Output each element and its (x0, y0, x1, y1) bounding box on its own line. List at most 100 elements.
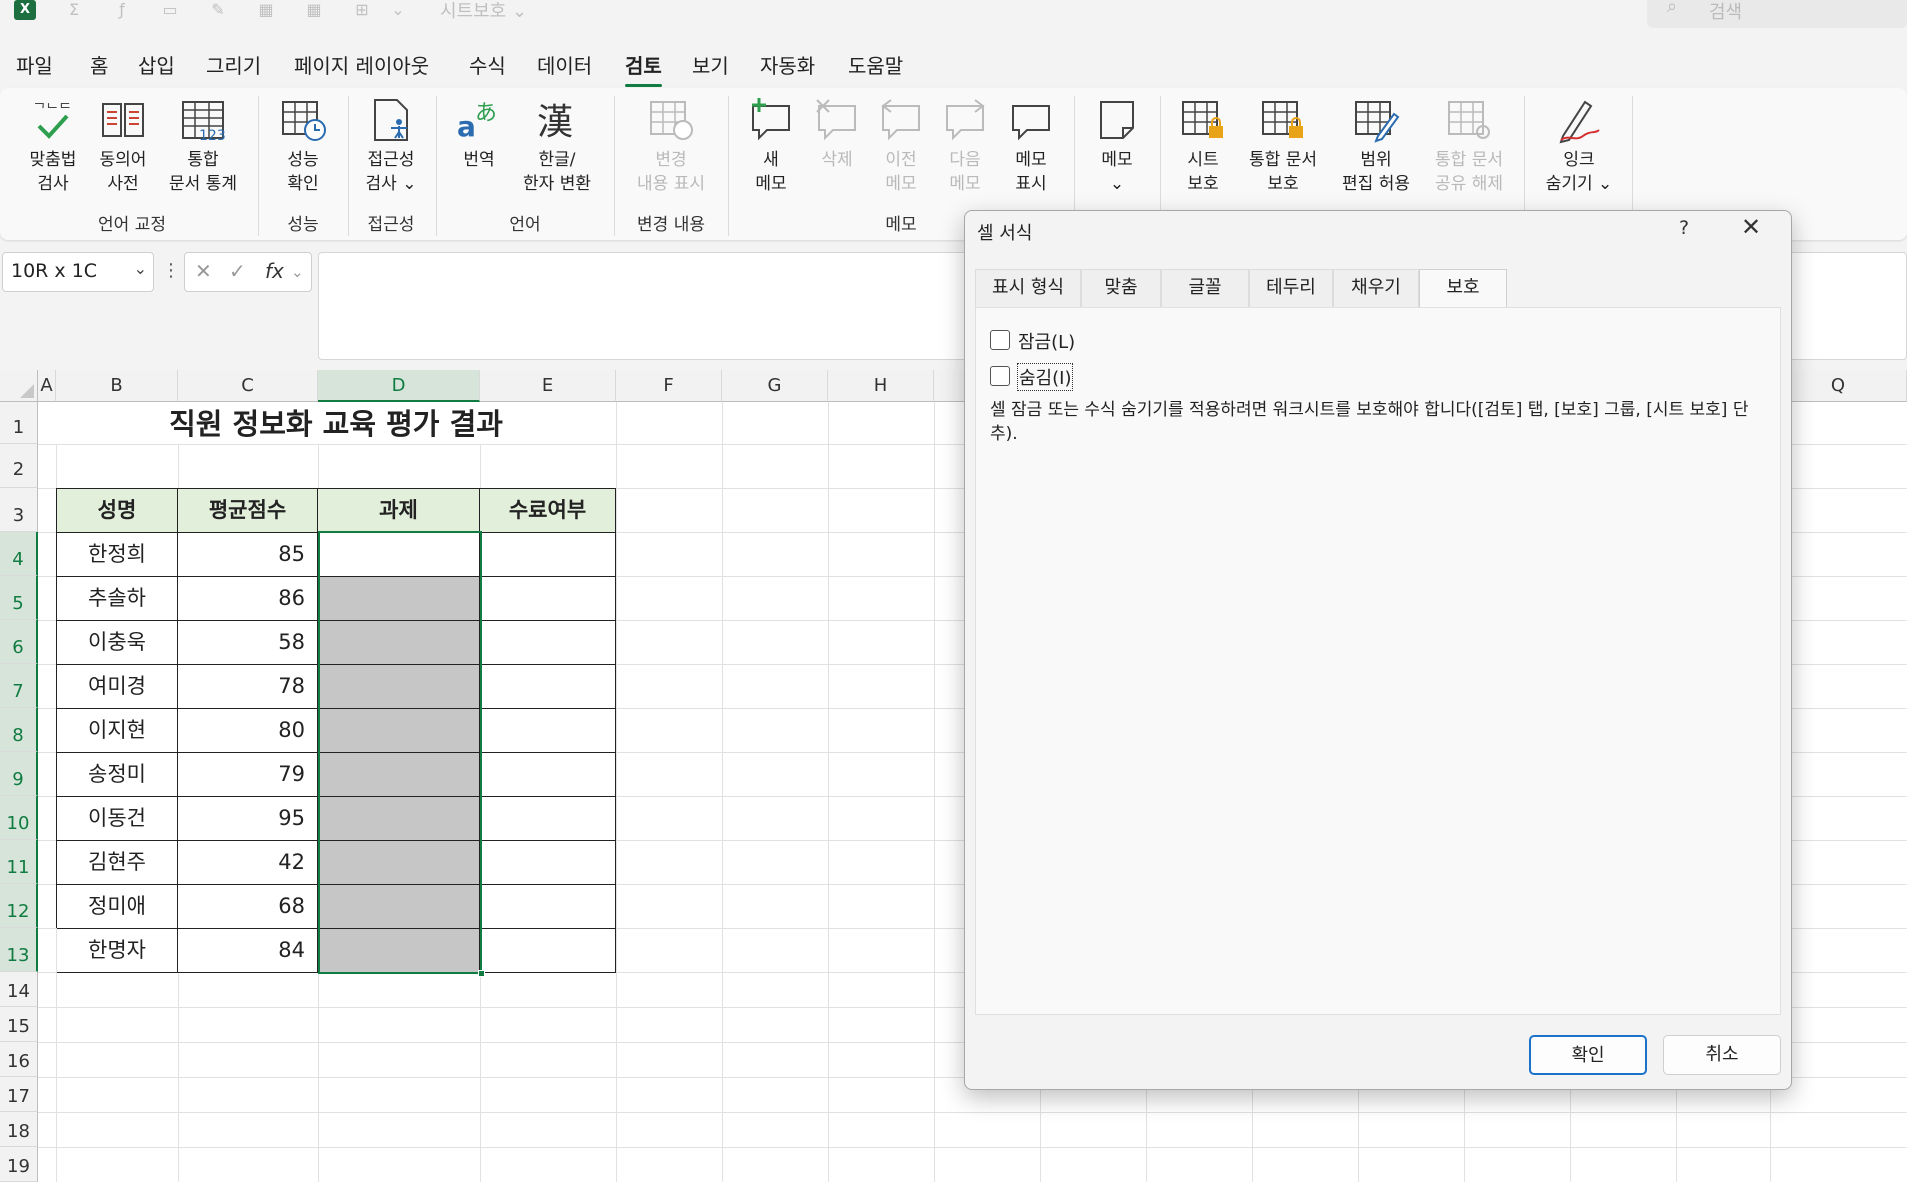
workbook-stats-button[interactable]: 123 통합 문서 통계 (162, 96, 244, 196)
column-header-e[interactable]: E (480, 370, 616, 402)
check-accessibility-button[interactable]: 접근성 검사 ⌄ (358, 96, 424, 196)
row-header-14[interactable]: 14 (0, 972, 38, 1007)
search-box[interactable]: ⌕ 검색 (1647, 0, 1907, 28)
row-header-8[interactable]: 8 (0, 708, 38, 752)
tab-border[interactable]: 테두리 (1249, 269, 1333, 307)
table-cell-score[interactable]: 78 (178, 665, 318, 709)
table-cell-score[interactable]: 85 (178, 533, 318, 577)
row-header-19[interactable]: 19 (0, 1147, 38, 1182)
table-cell-completion[interactable] (480, 621, 616, 665)
tab-data[interactable]: 데이터 (537, 50, 592, 79)
row-header-10[interactable]: 10 (0, 796, 38, 840)
tab-font[interactable]: 글꼴 (1161, 269, 1249, 307)
row-header-3[interactable]: 3 (0, 488, 38, 532)
table-header-score[interactable]: 평균점수 (178, 489, 318, 533)
next-comment-button[interactable]: 다음 메모 (934, 96, 996, 196)
table-cell-completion[interactable] (480, 753, 616, 797)
table-cell-score[interactable]: 68 (178, 885, 318, 929)
previous-comment-button[interactable]: 이전 메모 (870, 96, 932, 196)
table-cell-completion[interactable] (480, 533, 616, 577)
table-cell-completion[interactable] (480, 929, 616, 973)
row-header-4[interactable]: 4 (0, 532, 38, 576)
delete-comment-button[interactable]: 삭제 (806, 96, 868, 172)
new-comment-button[interactable]: 새 메모 (740, 96, 802, 196)
more-options-icon[interactable]: ⋮ (162, 260, 180, 281)
table-cell-score[interactable]: 58 (178, 621, 318, 665)
row-header-12[interactable]: 12 (0, 884, 38, 928)
table-cell-score[interactable]: 84 (178, 929, 318, 973)
tab-page-layout[interactable]: 페이지 레이아웃 (294, 50, 429, 79)
row-header-5[interactable]: 5 (0, 576, 38, 620)
table-cell-name[interactable]: 이지현 (57, 709, 178, 753)
tab-home[interactable]: 홈 (90, 50, 108, 79)
table-cell-name[interactable]: 이동건 (57, 797, 178, 841)
column-header-c[interactable]: C (178, 370, 318, 402)
column-header-f[interactable]: F (616, 370, 722, 402)
fill-handle[interactable] (478, 970, 485, 977)
tab-protection[interactable]: 보호 (1419, 269, 1507, 309)
table-header-assignment[interactable]: 과제 (318, 489, 480, 533)
enter-entry-icon[interactable]: ✓ (229, 259, 246, 283)
autosum-icon[interactable]: Σ (62, 0, 86, 20)
hide-ink-button[interactable]: 잉크 숨기기 ⌄ (1536, 96, 1622, 196)
table-header-completion[interactable]: 수료여부 (480, 489, 616, 533)
row-header-15[interactable]: 15 (0, 1007, 38, 1042)
table-cell-score[interactable]: 95 (178, 797, 318, 841)
table-cell-score[interactable]: 42 (178, 841, 318, 885)
row-header-9[interactable]: 9 (0, 752, 38, 796)
protect-sheet-button[interactable]: 시트 보호 (1172, 96, 1234, 196)
table-cell-name[interactable]: 정미애 (57, 885, 178, 929)
tab-view[interactable]: 보기 (692, 50, 729, 79)
tab-number-format[interactable]: 표시 형식 (975, 269, 1081, 307)
table-icon[interactable]: ▦ (254, 0, 278, 20)
table-cell-completion[interactable] (480, 885, 616, 929)
tab-draw[interactable]: 그리기 (206, 50, 261, 79)
row-header-16[interactable]: 16 (0, 1042, 38, 1077)
row-header-18[interactable]: 18 (0, 1112, 38, 1147)
insert-function-button[interactable]: fx (265, 259, 284, 283)
protect-workbook-button[interactable]: 통합 문서 보호 (1240, 96, 1326, 196)
row-header-13[interactable]: 13 (0, 928, 38, 972)
hidden-label[interactable]: 숨김(I) (1016, 363, 1074, 391)
locked-checkbox[interactable] (990, 330, 1010, 350)
chevron-down-icon[interactable]: ⌄ (291, 263, 304, 281)
translate-button[interactable]: aあ 번역 (448, 96, 510, 172)
thesaurus-button[interactable]: 동의어 사전 (92, 96, 154, 196)
cancel-entry-icon[interactable]: ✕ (195, 259, 212, 283)
locked-label[interactable]: 잠금(L) (1018, 328, 1075, 354)
table-cell-name[interactable]: 송정미 (57, 753, 178, 797)
notes-button[interactable]: 메모 ⌄ (1086, 96, 1148, 196)
table-cell-completion[interactable] (480, 709, 616, 753)
spelling-button[interactable]: ᄀᄂᄃ 맞춤법 검사 (22, 96, 84, 196)
column-header-b[interactable]: B (56, 370, 178, 402)
table-cell-completion[interactable] (480, 841, 616, 885)
tab-automate[interactable]: 자동화 (760, 50, 815, 79)
row-header-11[interactable]: 11 (0, 840, 38, 884)
tab-help[interactable]: 도움말 (848, 50, 903, 79)
table-cell-name[interactable]: 한정희 (57, 533, 178, 577)
allow-edit-ranges-button[interactable]: 범위 편집 허용 (1332, 96, 1420, 196)
table-cell-name[interactable]: 한명자 (57, 929, 178, 973)
table-cell-name[interactable]: 김현주 (57, 841, 178, 885)
table-cell-score[interactable]: 80 (178, 709, 318, 753)
table-cell-completion[interactable] (480, 665, 616, 709)
row-header-17[interactable]: 17 (0, 1077, 38, 1112)
column-header-a[interactable]: A (38, 370, 56, 402)
ok-button[interactable]: 확인 (1529, 1035, 1647, 1075)
table-cell-completion[interactable] (480, 797, 616, 841)
table-cell-name[interactable]: 추솔하 (57, 577, 178, 621)
tab-alignment[interactable]: 맞춤 (1081, 269, 1161, 307)
row-header-6[interactable]: 6 (0, 620, 38, 664)
tab-insert[interactable]: 삽입 (138, 50, 175, 79)
close-icon[interactable]: ✕ (1741, 213, 1761, 241)
row-header-2[interactable]: 2 (0, 444, 38, 488)
table-cell-score[interactable]: 86 (178, 577, 318, 621)
tab-review[interactable]: 검토 (625, 50, 662, 87)
column-header-d[interactable]: D (318, 370, 480, 402)
row-header-1[interactable]: 1 (0, 402, 38, 444)
show-comments-button[interactable]: 메모 표시 (1000, 96, 1062, 196)
table-cell-score[interactable]: 79 (178, 753, 318, 797)
tab-formulas[interactable]: 수식 (469, 50, 506, 79)
column-header-h[interactable]: H (828, 370, 934, 402)
hidden-checkbox[interactable] (990, 366, 1010, 386)
